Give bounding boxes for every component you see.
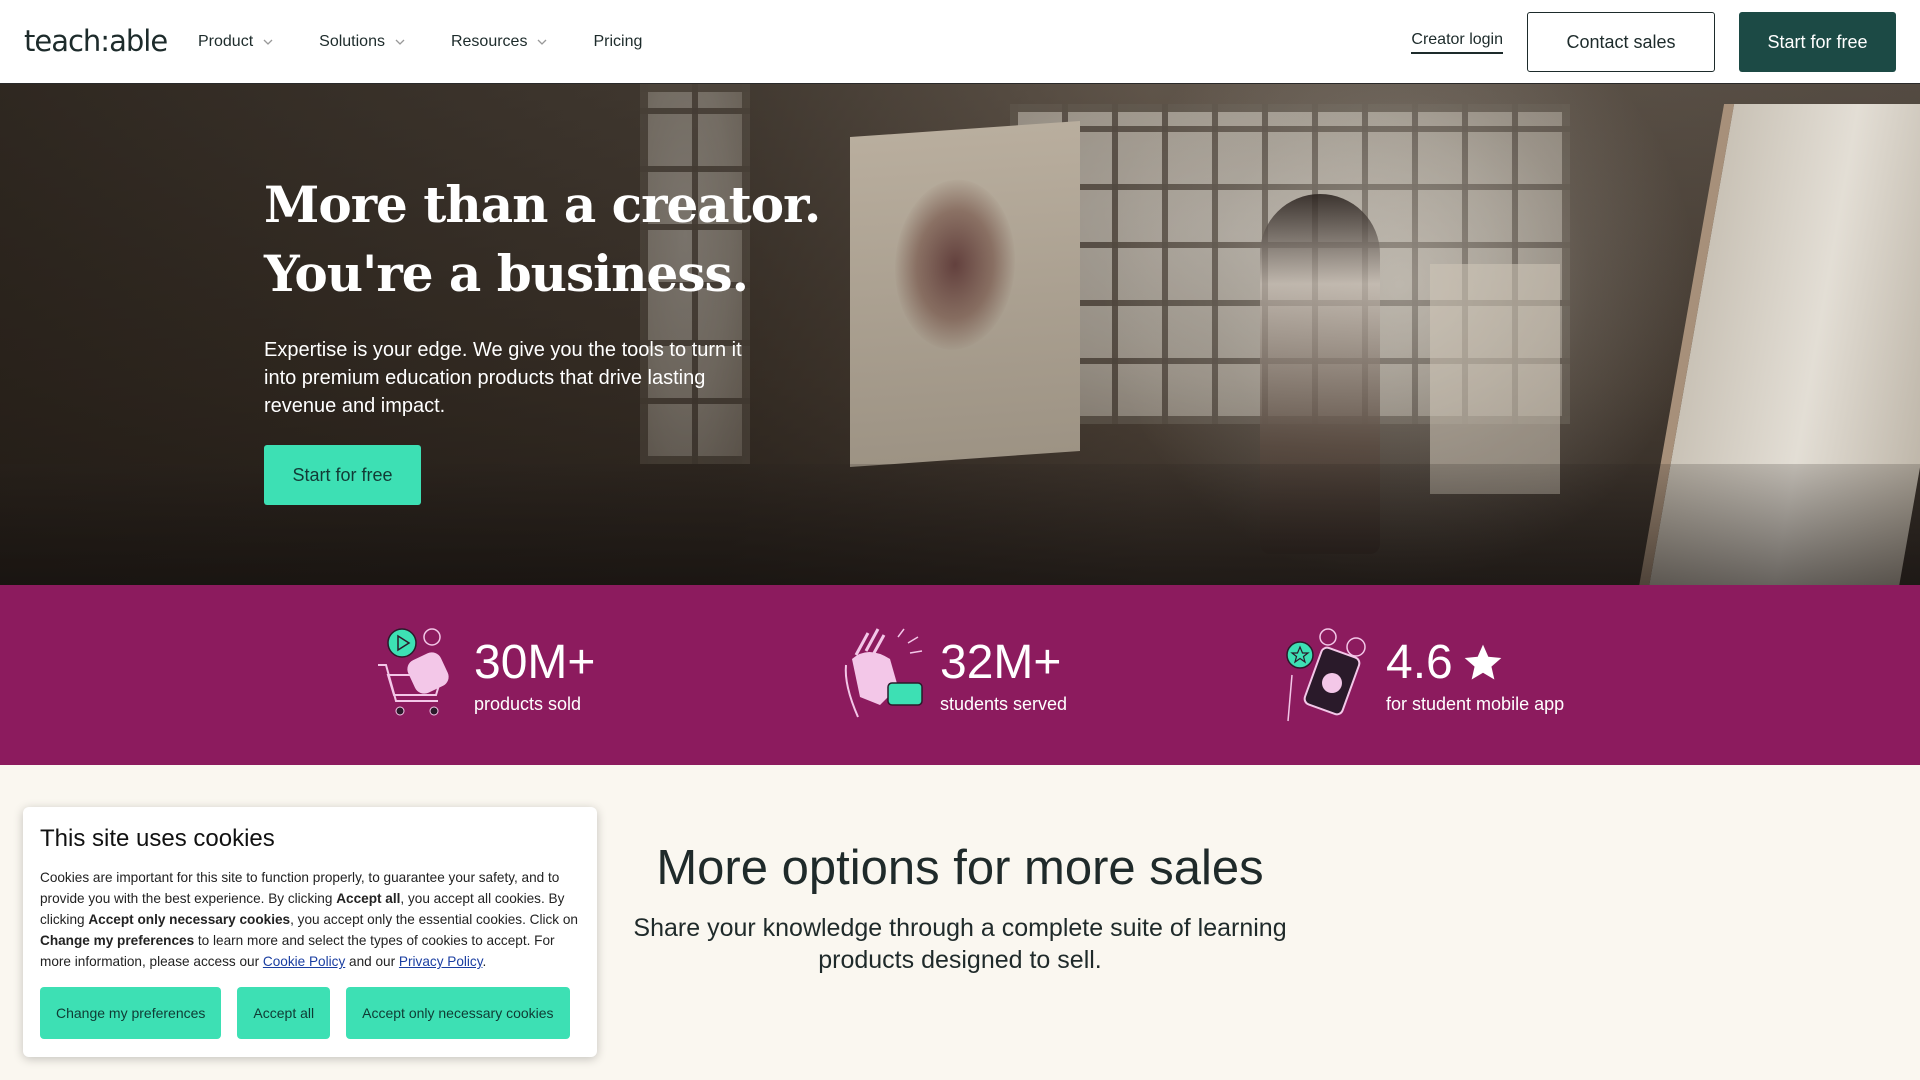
menu-solutions-label: Solutions xyxy=(319,33,385,50)
teachable-logo[interactable]: teach:able xyxy=(24,24,168,58)
section-subtitle: Share your knowledge through a complete … xyxy=(633,914,1287,974)
chevron-down-icon xyxy=(395,39,405,45)
stat-app-rating: 4.6 for student mobile app xyxy=(1284,625,1564,725)
hero-start-free-button[interactable]: Start for free xyxy=(264,445,421,505)
top-nav: teach:able Product Solutions Resources P… xyxy=(0,0,1920,84)
shopping-cart-icon xyxy=(378,628,449,716)
accept-necessary-button[interactable]: Accept only necessary cookies xyxy=(346,987,570,1039)
stat-rating-text: 4.6 for student mobile app xyxy=(1386,636,1564,715)
chevron-down-icon xyxy=(537,39,547,45)
stat-students-served: 32M+ students served xyxy=(838,625,1067,725)
cookie-text: Cookies are important for this site to f… xyxy=(40,867,581,972)
main-menu: Product Solutions Resources Pricing xyxy=(198,0,688,84)
menu-solutions[interactable]: Solutions xyxy=(319,33,405,51)
cookie-text-part: , you accept only the essential cookies.… xyxy=(290,912,578,927)
cookie-banner: This site uses cookies Cookies are impor… xyxy=(23,807,597,1057)
stats-band: 30M+ products sold 32M+ students served xyxy=(0,585,1920,765)
hero-section: More than a creator. You're a business. … xyxy=(0,84,1920,585)
mobile-rating-icon xyxy=(1286,628,1366,722)
menu-resources-label: Resources xyxy=(450,33,528,50)
section-title: More options for more sales xyxy=(656,841,1264,895)
nav-actions: Creator login Contact sales Start for fr… xyxy=(1411,12,1896,72)
chevron-down-icon xyxy=(263,39,273,45)
stat-products-text: 30M+ products sold xyxy=(474,636,595,715)
stat-products-label: products sold xyxy=(474,693,582,714)
cookie-text-bold: Change my preferences xyxy=(40,933,195,948)
hero-title-line-1: More than a creator. xyxy=(264,175,821,234)
nav-start-free-button[interactable]: Start for free xyxy=(1739,12,1896,72)
cookie-text-bold: Accept all xyxy=(336,891,401,906)
privacy-policy-link[interactable]: Privacy Policy xyxy=(399,954,483,969)
star-icon xyxy=(1464,644,1502,679)
cookie-title: This site uses cookies xyxy=(40,825,275,852)
hero-title: More than a creator. You're a business. xyxy=(264,170,964,308)
menu-resources[interactable]: Resources xyxy=(451,33,547,51)
menu-pricing-label: Pricing xyxy=(593,33,643,50)
accept-all-button[interactable]: Accept all xyxy=(237,987,331,1039)
stat-students-text: 32M+ students served xyxy=(940,636,1067,715)
stat-products-value: 30M+ xyxy=(474,635,596,689)
menu-product[interactable]: Product xyxy=(198,33,273,51)
creator-login-link[interactable]: Creator login xyxy=(1411,31,1503,54)
stat-students-label: students served xyxy=(940,693,1068,714)
menu-product-label: Product xyxy=(198,33,254,50)
contact-sales-button[interactable]: Contact sales xyxy=(1527,12,1715,72)
menu-pricing[interactable]: Pricing xyxy=(593,33,642,51)
stat-students-value: 32M+ xyxy=(940,635,1062,689)
stat-rating-value-row: 4.6 xyxy=(1386,636,1564,690)
cookie-policy-link[interactable]: Cookie Policy xyxy=(263,954,345,969)
cookie-actions: Change my preferences Accept all Accept … xyxy=(40,987,570,1039)
clapping-hands-icon xyxy=(844,628,923,718)
easel xyxy=(1430,264,1560,494)
cookie-text-part: . xyxy=(482,954,487,969)
stat-products-sold: 30M+ products sold xyxy=(372,625,595,725)
stat-rating-value: 4.6 xyxy=(1386,635,1453,689)
hero-title-line-2: You're a business. xyxy=(264,244,749,303)
cookie-text-part: and our xyxy=(345,954,399,969)
stat-rating-label: for student mobile app xyxy=(1386,693,1565,714)
hero-subtitle: Expertise is your edge. We give you the … xyxy=(264,339,742,417)
cookie-text-bold: Accept only necessary cookies xyxy=(88,912,291,927)
change-preferences-button[interactable]: Change my preferences xyxy=(40,987,222,1039)
